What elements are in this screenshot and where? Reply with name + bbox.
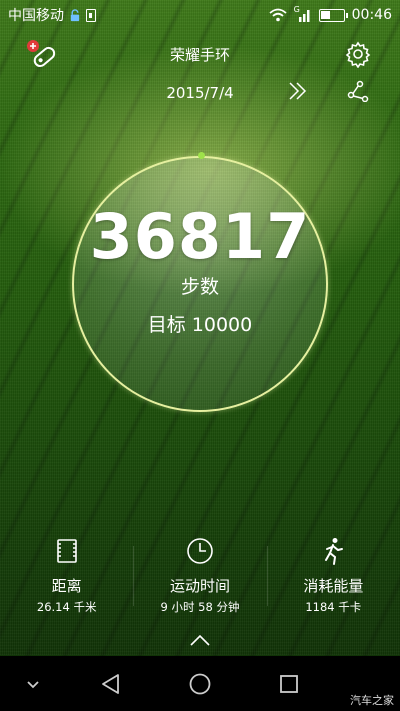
stat-activity-time[interactable]: 运动时间 9 小时 58 分钟 xyxy=(133,536,266,616)
lock-icon xyxy=(70,8,80,21)
recents-square-icon[interactable] xyxy=(276,671,302,697)
goal-label: 目标 10000 xyxy=(147,314,253,336)
battery-icon xyxy=(318,8,348,22)
battery-level xyxy=(320,10,331,19)
distance-icon xyxy=(56,539,77,563)
system-navigation-bar: 汽车之家 xyxy=(0,656,400,711)
date-label[interactable]: 2015/7/4 xyxy=(0,84,400,102)
next-day-chevron-icon[interactable] xyxy=(286,80,310,102)
stat-distance[interactable]: 距离 26.14 千米 xyxy=(0,536,133,616)
page-title: 荣耀手环 xyxy=(169,46,230,64)
settings-gear-icon[interactable] xyxy=(344,40,372,68)
distance-value: 26.14 千米 xyxy=(36,600,97,614)
step-count: 36817 xyxy=(89,200,311,273)
back-triangle-icon[interactable] xyxy=(98,671,124,697)
watermark-text: 汽车之家 xyxy=(350,694,394,707)
date-row: 2015/7/4 xyxy=(0,80,400,108)
signal-icon: G xyxy=(294,5,312,22)
activity-time-label: 运动时间 xyxy=(169,577,230,595)
wifi-icon xyxy=(269,8,287,22)
app-header: 荣耀手环 xyxy=(0,36,400,72)
status-bar: 中国移动 G 00:46 xyxy=(0,0,400,30)
clock-icon xyxy=(187,538,213,564)
stats-row: 距离 26.14 千米 运动时间 9 小时 58 分钟 消耗能量 1184 千卡 xyxy=(0,536,400,616)
expand-up-chevron-icon[interactable] xyxy=(188,632,212,648)
home-circle-icon[interactable] xyxy=(187,671,213,697)
activity-time-value: 9 小时 58 分钟 xyxy=(160,600,240,614)
calories-label: 消耗能量 xyxy=(303,577,364,595)
progress-indicator-dot xyxy=(198,152,205,159)
clock-time: 00:46 xyxy=(351,7,392,23)
running-man-icon xyxy=(325,538,344,565)
stat-calories[interactable]: 消耗能量 1184 千卡 xyxy=(266,536,400,616)
sim-icon xyxy=(86,8,96,22)
distance-label: 距离 xyxy=(51,577,82,595)
carrier-name: 中国移动 xyxy=(8,8,64,24)
calories-value: 1184 千卡 xyxy=(305,600,362,614)
hide-nav-chevron-icon[interactable] xyxy=(20,671,46,697)
steps-label: 步数 xyxy=(180,276,219,298)
share-icon[interactable] xyxy=(346,80,370,102)
